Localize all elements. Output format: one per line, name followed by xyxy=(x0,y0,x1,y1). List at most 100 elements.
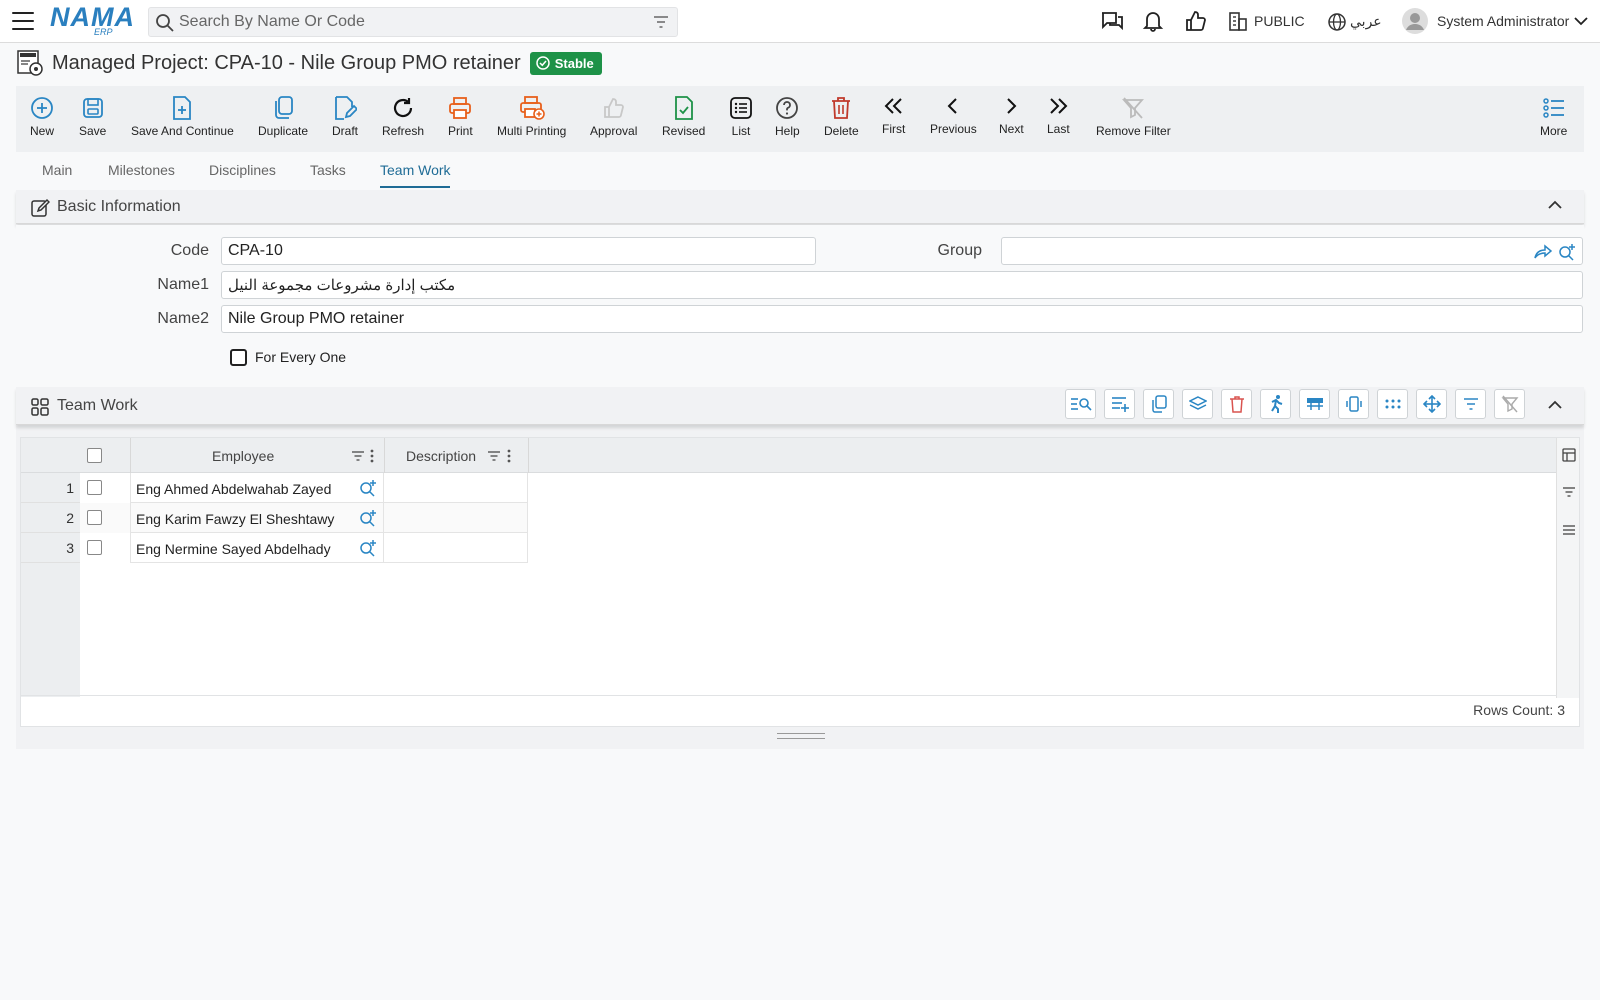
grid-footer-divider xyxy=(21,695,1557,696)
row-checkbox[interactable] xyxy=(87,540,102,555)
column-menu-icon[interactable] xyxy=(370,449,374,463)
share-icon[interactable] xyxy=(1534,244,1552,260)
search-input[interactable] xyxy=(179,12,639,32)
row-checkbox[interactable] xyxy=(87,510,102,525)
name1-field[interactable]: مكتب إدارة مشروعات مجموعة النيل xyxy=(221,271,1583,299)
draft-button[interactable]: Draft xyxy=(332,92,358,138)
refresh-button[interactable]: Refresh xyxy=(382,92,424,138)
tab-main[interactable]: Main xyxy=(42,162,72,178)
column-menu-icon[interactable] xyxy=(507,449,511,463)
menu-lines-icon[interactable] xyxy=(1562,524,1576,536)
avatar[interactable] xyxy=(1402,8,1428,34)
search-box[interactable] xyxy=(148,7,678,37)
filter-icon[interactable] xyxy=(1562,486,1576,498)
grid-filter-button[interactable] xyxy=(1455,389,1486,419)
description-cell[interactable] xyxy=(384,473,528,503)
user-name[interactable]: System Administrator xyxy=(1437,13,1569,29)
filter-icon[interactable] xyxy=(653,15,669,29)
save-continue-button[interactable]: Save And Continue xyxy=(131,92,234,138)
next-button[interactable]: Next xyxy=(999,90,1024,136)
grid-move-button[interactable] xyxy=(1416,389,1447,419)
name2-field[interactable]: Nile Group PMO retainer xyxy=(221,305,1583,333)
chat-icon[interactable] xyxy=(1100,10,1124,32)
duplicate-icon xyxy=(275,96,293,119)
print-button[interactable]: Print xyxy=(448,92,473,138)
bell-icon[interactable] xyxy=(1142,10,1164,32)
table-icon[interactable] xyxy=(1562,448,1576,462)
name2-label: Name2 xyxy=(157,310,209,327)
grid-remove-filter-button[interactable] xyxy=(1494,389,1525,419)
grid-apps-button[interactable] xyxy=(1377,389,1408,419)
delete-label: Delete xyxy=(824,124,859,138)
revised-button[interactable]: Revised xyxy=(662,92,705,138)
table-row[interactable]: 2 Eng Karim Fawzy El Sheshtawy xyxy=(21,503,528,533)
last-button[interactable]: Last xyxy=(1047,90,1070,136)
search-add-icon[interactable] xyxy=(359,539,377,557)
resize-handle[interactable] xyxy=(777,733,825,739)
grid-delete-button[interactable] xyxy=(1221,389,1252,419)
logo[interactable]: NAMA ERP xyxy=(50,4,134,38)
employee-cell[interactable]: Eng Karim Fawzy El Sheshtawy xyxy=(130,503,384,533)
description-cell[interactable] xyxy=(384,503,528,533)
thumbs-up-icon[interactable] xyxy=(1184,10,1206,32)
tab-tasks[interactable]: Tasks xyxy=(310,162,346,178)
grid-search-button[interactable] xyxy=(1065,389,1096,419)
list-button[interactable]: List xyxy=(729,92,753,138)
grid-fit-button[interactable] xyxy=(1338,389,1369,419)
new-label: New xyxy=(30,124,55,138)
search-add-icon[interactable] xyxy=(359,509,377,527)
trash-icon xyxy=(1229,396,1244,413)
row-checkbox[interactable] xyxy=(87,480,102,495)
column-description[interactable]: Description xyxy=(406,448,476,464)
chevron-up-icon[interactable] xyxy=(1548,200,1562,210)
grid-run-button[interactable] xyxy=(1260,389,1291,419)
more-button[interactable]: More xyxy=(1540,92,1567,138)
grid-layers-button[interactable] xyxy=(1182,389,1213,419)
tab-disciplines[interactable]: Disciplines xyxy=(209,162,276,178)
save-button[interactable]: Save xyxy=(79,92,106,138)
column-filter-icon[interactable] xyxy=(351,450,365,462)
table-row[interactable]: 1 Eng Ahmed Abdelwahab Zayed xyxy=(21,473,528,503)
first-button[interactable]: First xyxy=(882,90,905,136)
check-circle-icon xyxy=(535,56,550,70)
for-every-one-checkbox[interactable] xyxy=(230,349,247,366)
chevron-down-icon[interactable] xyxy=(1574,16,1588,26)
branch-label[interactable]: PUBLIC xyxy=(1254,13,1305,29)
new-button[interactable]: New xyxy=(30,92,54,138)
table-row[interactable]: 3 Eng Nermine Sayed Abdelhady xyxy=(21,533,528,563)
group-field[interactable] xyxy=(1001,237,1583,265)
basic-info-header[interactable]: Basic Information xyxy=(16,190,1584,224)
list-icon xyxy=(730,97,752,119)
remove-filter-button[interactable]: Remove Filter xyxy=(1096,92,1171,138)
previous-button[interactable]: Previous xyxy=(930,90,977,136)
search-add-icon[interactable] xyxy=(359,479,377,497)
toolbar: New Save Save And Continue Duplicate Dra… xyxy=(16,86,1584,152)
column-filter-icon[interactable] xyxy=(487,450,501,462)
save-continue-label: Save And Continue xyxy=(131,124,234,138)
tab-team-work[interactable]: Team Work xyxy=(380,162,451,178)
employee-cell[interactable]: Eng Ahmed Abdelwahab Zayed xyxy=(130,473,384,503)
grid-add-row-button[interactable] xyxy=(1104,389,1135,419)
description-cell[interactable] xyxy=(384,533,528,563)
filter-icon xyxy=(1463,398,1478,410)
grid-copy-button[interactable] xyxy=(1143,389,1174,419)
delete-button[interactable]: Delete xyxy=(824,92,859,138)
select-all-checkbox[interactable] xyxy=(87,448,102,463)
grid-header: Employee Description xyxy=(21,438,1557,473)
search-add-icon[interactable] xyxy=(1558,243,1576,261)
menu-icon[interactable] xyxy=(12,12,34,30)
grid-columns-button[interactable] xyxy=(1299,389,1330,419)
approval-button[interactable]: Approval xyxy=(590,92,637,138)
employee-cell[interactable]: Eng Nermine Sayed Abdelhady xyxy=(130,533,384,563)
chevron-up-icon[interactable] xyxy=(1548,400,1562,410)
approval-label: Approval xyxy=(590,124,638,138)
multi-printing-button[interactable]: Multi Printing xyxy=(497,92,566,138)
refresh-label: Refresh xyxy=(382,124,425,138)
code-field[interactable]: CPA-10 xyxy=(221,237,816,265)
help-button[interactable]: Help xyxy=(775,92,800,138)
tab-milestones[interactable]: Milestones xyxy=(108,162,175,178)
language-switch[interactable]: عربي xyxy=(1350,13,1382,30)
column-employee[interactable]: Employee xyxy=(212,448,274,464)
copy-icon xyxy=(1151,395,1167,413)
duplicate-button[interactable]: Duplicate xyxy=(258,92,308,138)
